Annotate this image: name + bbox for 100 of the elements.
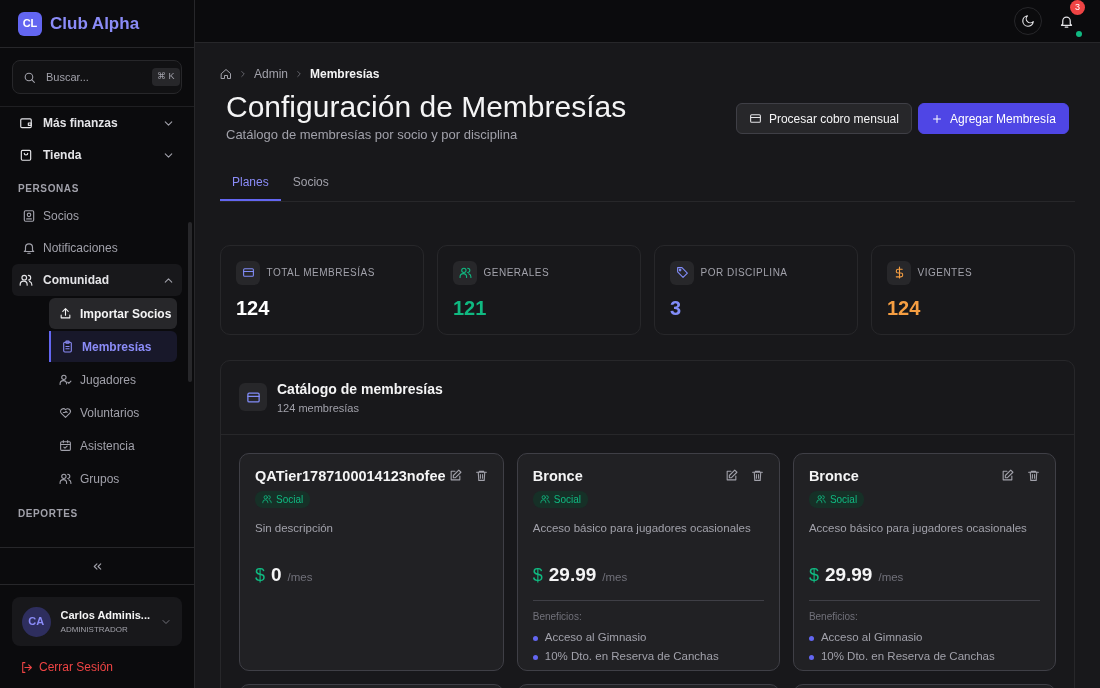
item-count: 124 membresías	[277, 400, 360, 416]
search-field[interactable]: Buscar...	[44, 67, 144, 87]
moon-icon	[1021, 14, 1035, 28]
logo-badge: CL	[18, 11, 42, 36]
sidebar-subitem[interactable]: Jugadores	[49, 364, 177, 395]
delete-button[interactable]	[750, 469, 764, 483]
user-card[interactable]: CA Carlos Adminis... ADMINISTRADOR	[12, 597, 182, 646]
app-name: Club Alpha	[50, 12, 140, 35]
breadcrumb-item[interactable]: Admin	[254, 65, 288, 83]
users-icon	[539, 494, 550, 505]
users-icon	[458, 266, 472, 279]
delete-button[interactable]	[474, 469, 488, 483]
tab[interactable]: Planes	[220, 166, 281, 201]
trash-icon	[474, 469, 488, 483]
notifications-button[interactable]	[1058, 13, 1074, 29]
bullet-dot	[808, 635, 814, 641]
plan-name: Bronce	[808, 467, 860, 486]
bullet-dot	[532, 635, 538, 641]
plan-price: 29.99	[824, 563, 873, 587]
sidebar-subitem[interactable]: Grupos	[49, 463, 177, 494]
benefit-item: Acceso al Gimnasio	[544, 630, 647, 646]
stat-value: 124	[887, 295, 922, 321]
chevron-right-icon	[238, 69, 248, 79]
bullet-dot	[808, 654, 814, 660]
user-role: ADMINISTRADOR	[60, 623, 129, 636]
sidebar-subitem[interactable]: Voluntarios	[49, 397, 177, 428]
stat-label: POR DISCIPLINA	[700, 266, 788, 280]
edit-button[interactable]	[1001, 469, 1014, 483]
page-subtitle: Catálogo de membresías por socio y por disciplina	[226, 126, 519, 144]
section-heading: DEPORTES	[17, 507, 79, 521]
heart-icon	[59, 406, 72, 419]
price-period: /mes	[878, 570, 904, 585]
category-tag: Social	[532, 490, 588, 508]
bell-icon	[1058, 13, 1074, 29]
stat-value: 121	[453, 295, 488, 321]
logout-icon	[20, 660, 33, 674]
edit-icon	[724, 469, 738, 483]
upload-icon	[59, 307, 72, 320]
add-button[interactable]: Agregar Membresía	[917, 103, 1069, 134]
users-icon	[19, 273, 33, 287]
plan-description: Sin descripción	[255, 520, 334, 536]
notification-count: 3	[1070, 0, 1085, 15]
sidebar-subitem[interactable]: Importar Socios	[49, 298, 177, 329]
sidebar-subitem[interactable]: Asistencia	[49, 430, 177, 461]
chevron-right-icon	[294, 69, 304, 79]
plan-name: QATier1787100014123nofee	[255, 467, 446, 486]
edit-button[interactable]	[724, 469, 738, 483]
card-icon	[245, 389, 261, 405]
tag-icon	[675, 266, 689, 279]
page-title: Configuración de Membresías	[226, 89, 627, 125]
section-title: Catálogo de membresías	[277, 379, 443, 399]
search-box[interactable]: Buscar... ⌘ K	[12, 60, 182, 94]
sidebar-group[interactable]: Comunidad	[12, 264, 182, 296]
search-icon	[23, 70, 36, 84]
users-icon	[815, 494, 826, 505]
tab[interactable]: Socios	[280, 166, 341, 201]
clipboard-icon	[61, 340, 74, 353]
sidebar-item[interactable]: Socios	[12, 200, 182, 232]
card-icon	[241, 266, 255, 279]
currency-sign: $	[808, 564, 819, 587]
stat-label: TOTAL MEMBRESÍAS	[266, 265, 375, 280]
price-period: /mes	[602, 570, 628, 585]
currency-sign: $	[532, 564, 543, 587]
bag-icon	[19, 148, 33, 162]
user-name: Carlos Adminis...	[60, 608, 150, 624]
users-icon	[262, 494, 272, 505]
stat-label: VIGENTES	[917, 266, 973, 280]
benefits-heading: Beneficios:	[532, 609, 583, 624]
users-icon	[59, 472, 72, 485]
sidebar-group[interactable]: Más finanzas	[12, 107, 182, 139]
price-period: /mes	[287, 570, 313, 585]
delete-button[interactable]	[1027, 469, 1040, 483]
stat-value: 124	[236, 295, 271, 321]
sidebar-group[interactable]: Tienda	[12, 139, 182, 171]
home-icon	[220, 68, 232, 80]
edit-icon	[448, 469, 462, 483]
section-heading: PERSONAS	[17, 182, 80, 196]
calendar-icon	[59, 439, 72, 452]
plan-description: Acceso básico para jugadores ocasionales	[532, 520, 752, 536]
plan-name: Bronce	[532, 467, 584, 486]
bell-icon	[22, 241, 36, 255]
plan-price: 29.99	[548, 563, 597, 587]
bullet-dot	[532, 654, 538, 660]
process-button[interactable]: Procesar cobro mensual	[735, 103, 912, 134]
avatar: CA	[22, 606, 51, 637]
edit-button[interactable]	[448, 469, 462, 483]
plan-price: 0	[271, 563, 282, 587]
category-tag: Social	[255, 490, 311, 508]
card-icon	[748, 112, 762, 125]
stat-value: 3	[670, 295, 683, 321]
edit-icon	[1001, 469, 1014, 483]
plan-description: Acceso básico para jugadores ocasionales	[808, 520, 1028, 536]
id-card-icon	[22, 209, 36, 223]
benefit-item: 10% Dto. en Reserva de Canchas	[544, 649, 719, 665]
user-check-icon	[59, 373, 72, 386]
sidebar-subitem[interactable]: Membresías	[49, 331, 177, 362]
wallet-icon	[19, 116, 33, 130]
breadcrumb-item: Membresías	[310, 66, 380, 83]
logout-link[interactable]: Cerrar Sesión	[0, 658, 194, 688]
sidebar-item[interactable]: Notificaciones	[12, 232, 182, 264]
